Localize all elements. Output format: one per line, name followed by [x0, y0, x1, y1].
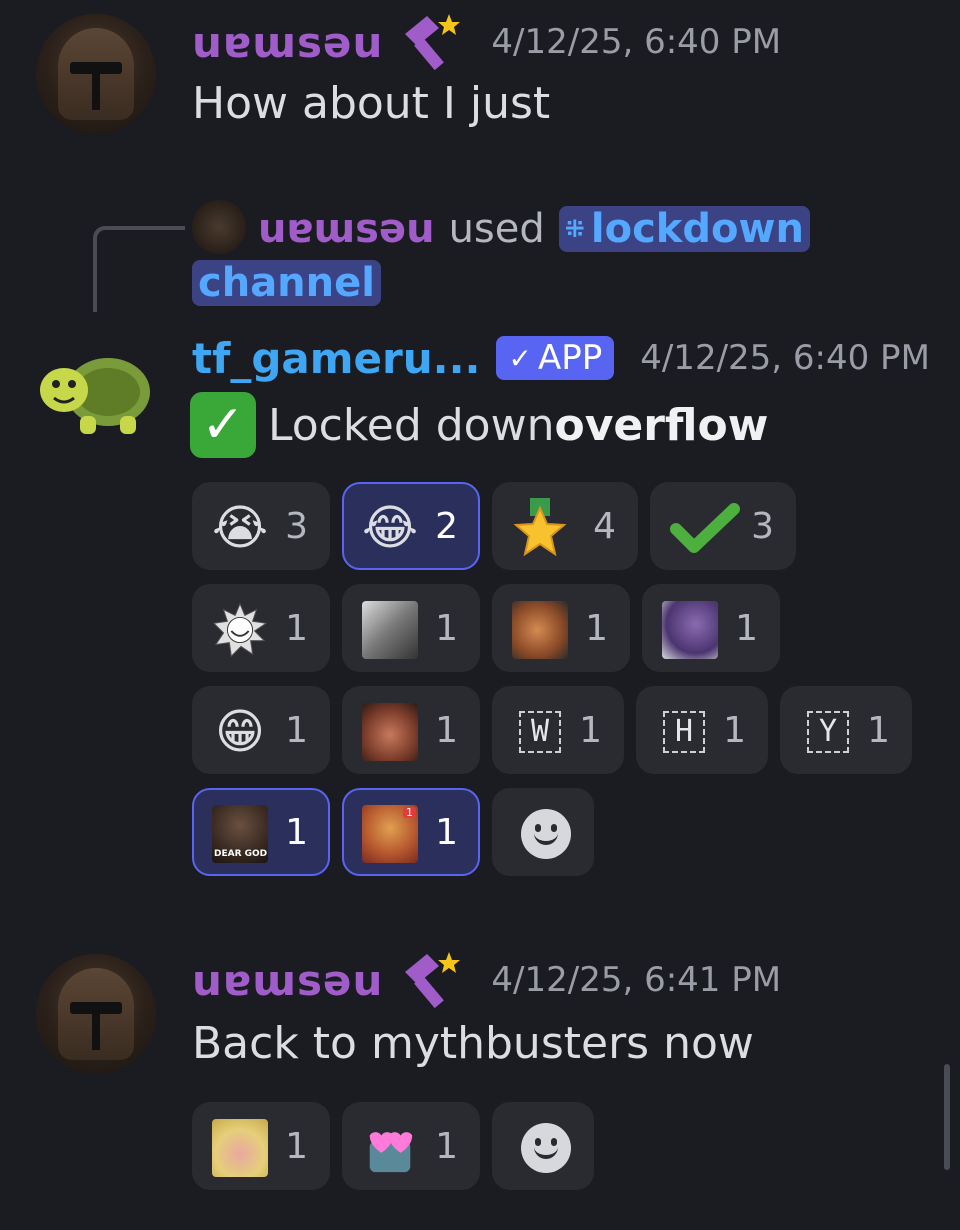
reply-used: used: [448, 206, 545, 252]
add-reaction-icon: [518, 806, 574, 862]
dear-god-caption: DEAR GOD: [214, 849, 268, 859]
creepy-face-icon: [362, 703, 418, 761]
heart-eyes-robot-icon: [362, 1120, 418, 1176]
username[interactable]: uɐɯsəu: [192, 956, 383, 1005]
reaction-count: 1: [579, 710, 602, 751]
reaction-count: 1: [435, 710, 458, 751]
reply-avatar: [192, 200, 246, 254]
role-hammer-icon: [405, 14, 461, 71]
grin-icon: 😁: [214, 704, 266, 760]
reaction-count: 1: [867, 710, 890, 751]
app-badge-label: APP: [537, 338, 603, 378]
message-header: uɐɯsəu 4/12/25, 6:40 PM: [192, 14, 782, 71]
message-text: How about I just: [192, 78, 551, 129]
scrollbar[interactable]: [944, 1064, 950, 1170]
letter-y-label: Y: [807, 711, 849, 753]
verified-check-icon: ✓: [508, 341, 532, 375]
add-reaction-icon: [518, 1120, 574, 1176]
star-medal-icon: [512, 498, 568, 557]
bot-message-header: tf_gameru... ✓ APP 4/12/25, 6:40 PM: [192, 330, 930, 386]
reaction-tf2-heavy[interactable]: 1: [492, 584, 630, 672]
username[interactable]: uɐɯsəu: [192, 18, 383, 67]
reaction-dear-god[interactable]: DEAR GOD 1: [192, 788, 330, 876]
tf2-heavy-icon: [512, 601, 568, 659]
letter-h-label: H: [663, 711, 705, 753]
reaction-count: 1: [435, 1126, 458, 1167]
add-reaction-button[interactable]: [492, 788, 594, 876]
reaction-duck-face[interactable]: 1: [192, 1102, 330, 1190]
tf2-engineer-icon: 1: [362, 805, 418, 863]
bot-username[interactable]: tf_gameru...: [192, 334, 480, 383]
reaction-troll-sun[interactable]: 1: [192, 584, 330, 672]
bot-message-text: ✓ Locked down overflow: [190, 392, 768, 458]
duck-face-icon: [212, 1119, 268, 1177]
command-name: lockdown: [590, 206, 804, 252]
reaction-star-medal[interactable]: 4: [492, 482, 638, 570]
user-avatar[interactable]: [36, 954, 156, 1074]
reaction-creepy-face[interactable]: 1: [342, 686, 480, 774]
letter-w-label: W: [519, 711, 561, 753]
reaction-tf2-engineer[interactable]: 1 1: [342, 788, 480, 876]
reaction-count: 1: [735, 608, 758, 649]
add-reaction-button[interactable]: [492, 1102, 594, 1190]
troll-sun-icon: [212, 602, 268, 658]
reply-connector: [93, 226, 185, 312]
reaction-count: 3: [751, 506, 774, 547]
channel-name: overflow: [554, 399, 769, 451]
reaction-letter-h[interactable]: H 1: [636, 686, 768, 774]
timestamp: 4/12/25, 6:40 PM: [491, 22, 782, 62]
thanos-spoon-icon: [662, 601, 718, 659]
dear-god-icon: DEAR GOD: [212, 805, 268, 863]
check-mark-button-icon: ✓: [190, 392, 256, 458]
app-badge: ✓ APP: [496, 336, 615, 380]
reaction-heart-eyes-robot[interactable]: 1: [342, 1102, 480, 1190]
reaction-count: 1: [285, 710, 308, 751]
timestamp: 4/12/25, 6:41 PM: [491, 960, 782, 1000]
joy-icon: 😂: [361, 500, 419, 556]
message-text: Back to mythbusters now: [192, 1018, 754, 1069]
reaction-count: 1: [435, 812, 458, 853]
letter-w-icon: W: [512, 704, 568, 760]
reaction-count: 1: [285, 812, 308, 853]
reaction-count: 4: [593, 506, 616, 547]
reaction-count: 1: [723, 710, 746, 751]
letter-y-icon: Y: [800, 704, 856, 760]
letter-h-icon: H: [656, 704, 712, 760]
reaction-thanos-spoon[interactable]: 1: [642, 584, 780, 672]
photo-man-icon: [362, 601, 418, 659]
reply-line[interactable]: uɐɯsəu used ⁜ lockdown: [258, 202, 810, 256]
notification-badge: 1: [403, 807, 416, 818]
reply-username: uɐɯsəu: [258, 206, 435, 252]
reaction-count: 2: [435, 506, 458, 547]
command-mention-continued[interactable]: channel: [192, 256, 381, 310]
heavy-check-icon: [670, 500, 740, 556]
reaction-grin[interactable]: 😁 1: [192, 686, 330, 774]
reaction-sob[interactable]: 😭 3: [192, 482, 330, 570]
command-mention[interactable]: ⁜ lockdown: [558, 206, 810, 252]
reaction-count: 1: [285, 1126, 308, 1167]
reaction-heavy-check[interactable]: 3: [650, 482, 796, 570]
reaction-count: 1: [285, 608, 308, 649]
sob-icon: 😭: [211, 500, 269, 556]
turtle-avatar-icon[interactable]: [34, 348, 158, 438]
message-text-prefix: Locked down: [268, 399, 555, 451]
reaction-count: 1: [435, 608, 458, 649]
timestamp: 4/12/25, 6:40 PM: [640, 338, 930, 378]
role-hammer-icon: [405, 952, 461, 1009]
reaction-count: 3: [285, 506, 308, 547]
reaction-count: 1: [585, 608, 608, 649]
reaction-letter-w[interactable]: W 1: [492, 686, 624, 774]
command-icon: ⁜: [564, 215, 585, 243]
user-avatar[interactable]: [36, 14, 156, 134]
reaction-letter-y[interactable]: Y 1: [780, 686, 912, 774]
reaction-joy[interactable]: 😂 2: [342, 482, 480, 570]
reaction-photo-man[interactable]: 1: [342, 584, 480, 672]
command-name-2: channel: [192, 260, 381, 306]
message-header: uɐɯsəu 4/12/25, 6:41 PM: [192, 952, 782, 1009]
